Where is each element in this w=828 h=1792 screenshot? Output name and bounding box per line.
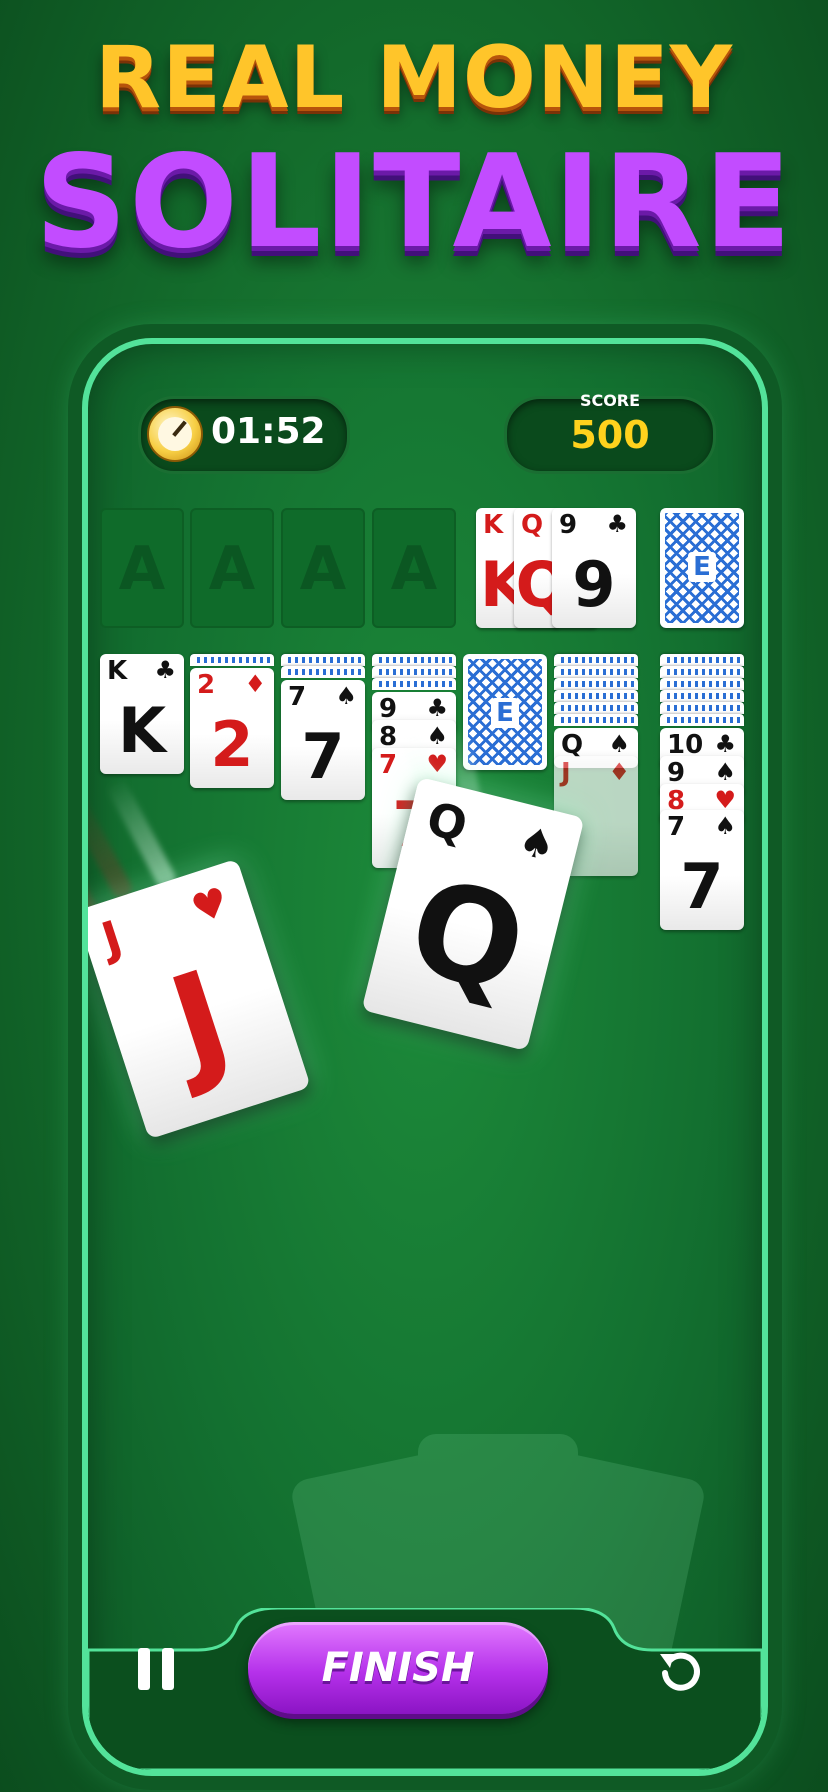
finish-button[interactable]: FINISH	[248, 1622, 548, 1714]
spade-icon: ♠	[335, 682, 357, 710]
face-down-card	[554, 678, 638, 690]
score-label: SCORE	[579, 391, 641, 410]
diamond-icon: ♦	[244, 670, 266, 698]
timer-value: 01:52	[211, 411, 326, 452]
foundation-label: A	[299, 534, 347, 604]
card-rank: 9	[559, 510, 578, 540]
timer-display: 01:52	[138, 396, 350, 474]
card-rank: J	[95, 909, 129, 967]
card-rank: Q	[521, 510, 544, 540]
foundation-slot-3[interactable]: A	[281, 508, 365, 628]
face-down-card	[554, 714, 638, 726]
face-down-card	[554, 702, 638, 714]
spade-icon: ♠	[714, 812, 736, 840]
face-down-card	[372, 678, 456, 690]
card-center: Q	[395, 849, 540, 1024]
title-real-money: REAL MONEY	[95, 28, 733, 128]
face-down-card	[660, 654, 744, 666]
club-icon: ♣	[426, 694, 448, 722]
clock-icon	[147, 406, 203, 462]
face-down-card	[554, 666, 638, 678]
score-value: 500	[570, 413, 650, 457]
card-rank: Q	[421, 791, 473, 853]
flying-card-jack[interactable]: J ♥ J	[88, 858, 311, 1140]
spade-icon: ♠	[714, 758, 736, 786]
card-center: 2	[210, 708, 254, 781]
foundation-slot-1[interactable]: A	[100, 508, 184, 628]
tableau-card[interactable]: 2 ♦ 2	[190, 668, 274, 788]
face-down-card	[372, 666, 456, 678]
card-rank: 7	[288, 682, 307, 712]
stock-pile[interactable]: E	[660, 508, 744, 628]
pause-button[interactable]	[138, 1648, 178, 1692]
face-down-card	[554, 690, 638, 702]
tableau-card[interactable]: 7 ♠ 7	[281, 680, 365, 800]
face-down-card	[554, 654, 638, 666]
foundation-slot-4[interactable]: A	[372, 508, 456, 628]
face-down-card	[190, 654, 274, 666]
spade-icon: ♠	[513, 817, 560, 872]
card-rank: K	[483, 510, 504, 540]
card-rank: 2	[197, 670, 216, 700]
spade-icon: ♠	[608, 730, 630, 758]
card-rank: K	[107, 656, 128, 686]
game-board: 01:52 SCORE 500 A A A A K K Q Q 9 ♣ 9 E …	[82, 338, 768, 1776]
card-rank: 7	[667, 812, 686, 842]
score-display: SCORE 500	[504, 391, 716, 474]
face-down-card	[660, 678, 744, 690]
foundation-slot-2[interactable]: A	[190, 508, 274, 628]
diamond-icon: ♦	[608, 758, 630, 786]
card-rank: J	[561, 758, 571, 788]
face-down-card	[660, 714, 744, 726]
tableau-card[interactable]: 7 ♠ 7	[660, 810, 744, 930]
bottom-bar: FINISH	[88, 1608, 762, 1770]
spade-icon: ♠	[426, 722, 448, 750]
heart-icon: ♥	[186, 878, 235, 934]
card-center: 7	[301, 720, 345, 793]
face-down-card	[281, 654, 365, 666]
face-down-card	[372, 654, 456, 666]
tableau-card[interactable]: K ♣ K	[100, 654, 184, 774]
foundation-label: A	[118, 534, 166, 604]
undo-button[interactable]	[656, 1646, 706, 1696]
face-down-card	[660, 702, 744, 714]
card-center: 7	[680, 850, 724, 923]
card-back-logo: E	[491, 698, 519, 728]
card-back-logo: E	[688, 552, 716, 582]
title-solitaire: SOLITAIRE	[34, 128, 794, 277]
card-center: 9	[572, 548, 616, 621]
foundation-label: A	[390, 534, 438, 604]
foundation-label: A	[208, 534, 256, 604]
club-icon: ♣	[714, 730, 736, 758]
face-down-card	[660, 666, 744, 678]
card-center: K	[117, 694, 167, 767]
club-icon: ♣	[606, 510, 628, 538]
card-center: J	[153, 941, 247, 1101]
card-rank: 7	[379, 750, 398, 780]
face-down-card	[660, 690, 744, 702]
face-down-card[interactable]: E	[463, 654, 547, 770]
face-down-card	[281, 666, 365, 678]
waste-top-card[interactable]: 9 ♣ 9	[552, 508, 636, 628]
club-icon: ♣	[154, 656, 176, 684]
